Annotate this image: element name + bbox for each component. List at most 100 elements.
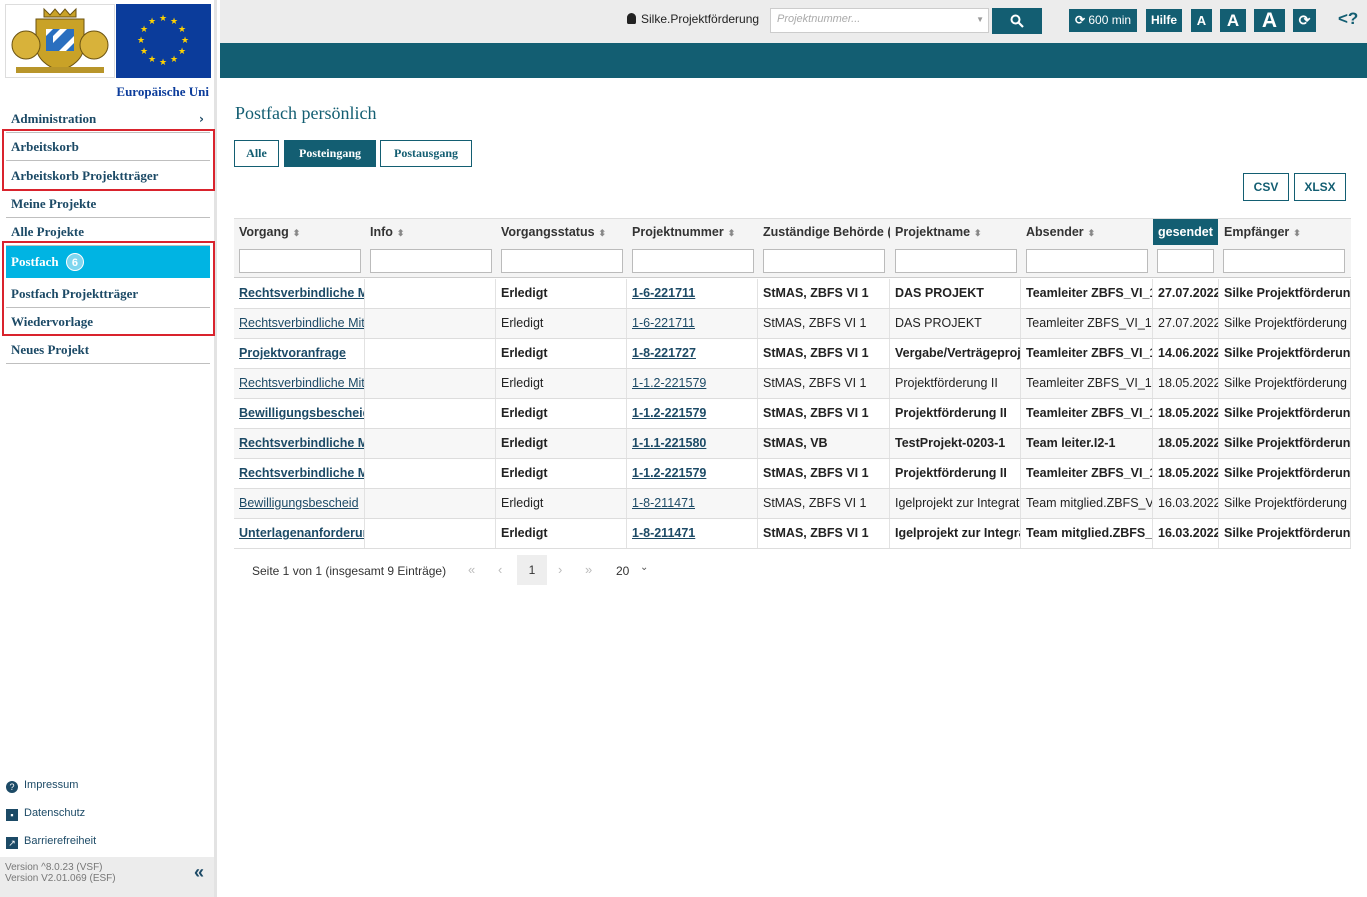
table-row[interactable]: Rechtsverbindliche Mitt Erledigt1-1.2-221…: [234, 369, 1351, 399]
export-xlsx-button[interactable]: XLSX: [1294, 173, 1346, 201]
highlight-box-postfach: [2, 241, 215, 336]
table-row[interactable]: Bewilligungsbescheid Erledigt 1-1.2-221579…: [234, 399, 1351, 429]
search-button[interactable]: [992, 8, 1042, 34]
filter-input-projektname[interactable]: [895, 249, 1017, 273]
table-row[interactable]: Bewilligungsbescheid Erledigt 1-8-211471 St…: [234, 489, 1351, 519]
cell-pnum[interactable]: 1-6-221711: [627, 309, 758, 338]
cell-absender: Team mitglied.ZBFS_VI: [1021, 519, 1153, 548]
cell-status: Erledigt: [496, 339, 627, 368]
tab-postausgang[interactable]: Postausgang: [380, 140, 472, 167]
cell-absender: Team mitglied.ZBFS_VI: [1021, 489, 1153, 518]
cell-empfaenger: Silke Projektförderung: [1219, 519, 1351, 548]
column-header-empfaenger[interactable]: Empfänger ⬍: [1219, 219, 1351, 245]
help-question-icon[interactable]: <?: [1338, 9, 1358, 29]
font-size-medium-button[interactable]: A: [1220, 9, 1246, 32]
cell-vorgang[interactable]: Rechtsverbindliche Mitt: [234, 429, 365, 458]
cell-vorgang[interactable]: Rechtsverbindliche Mitt: [234, 459, 365, 488]
cell-pnum[interactable]: 1-6-221711: [627, 279, 758, 308]
cell-vorgang[interactable]: Bewilligungsbescheid: [234, 399, 365, 428]
filter-input-info[interactable]: [370, 249, 492, 273]
filter-input-gesendet[interactable]: [1157, 249, 1214, 273]
cell-behoerde: StMAS, ZBFS VI 1: [758, 279, 890, 308]
nav-meine-projekte[interactable]: Meine Projekte: [6, 190, 210, 218]
cell-pnum[interactable]: 1-8-211471: [627, 519, 758, 548]
filter-input-absender[interactable]: [1026, 249, 1148, 273]
column-header-status[interactable]: Vorgangsstatus ⬍: [496, 219, 627, 245]
cell-behoerde: StMAS, ZBFS VI 1: [758, 519, 890, 548]
cell-pnum[interactable]: 1-1.1-221580: [627, 429, 758, 458]
svg-text:★: ★: [140, 47, 148, 57]
impressum-label: Impressum: [24, 779, 79, 791]
filter-input-vorgang[interactable]: [239, 249, 361, 273]
eu-label: Europäische Uni: [116, 84, 209, 99]
barrierefreiheit-link[interactable]: ↗ Barrierefreiheit: [6, 833, 96, 849]
cell-pnum[interactable]: 1-8-221727: [627, 339, 758, 368]
cell-pnum[interactable]: 1-8-211471: [627, 489, 758, 518]
first-page-icon[interactable]: «: [468, 562, 475, 577]
cell-info: [365, 339, 496, 368]
nav-label: Meine Projekte: [11, 196, 97, 211]
column-header-behoerde[interactable]: Zuständige Behörde (I: [758, 219, 890, 245]
table-row[interactable]: Projektvoranfrage Erledigt 1-8-221727 StMAS…: [234, 339, 1351, 369]
filter-input-status[interactable]: [501, 249, 623, 273]
table-row[interactable]: Unterlagenanforderung Erledigt 1-8-211471 S…: [234, 519, 1351, 549]
cell-vorgang[interactable]: Unterlagenanforderung: [234, 519, 365, 548]
cell-vorgang[interactable]: Rechtsverbindliche Mitt: [234, 309, 365, 338]
project-number-search-input[interactable]: Projektnummer... ▼: [770, 8, 989, 33]
reset-font-button[interactable]: ⟳: [1293, 9, 1316, 32]
column-header-projektname[interactable]: Projektname ⬍: [890, 219, 1021, 245]
cell-gesendet: 27.07.2022: [1153, 279, 1219, 308]
cell-pnum[interactable]: 1-1.2-221579: [627, 369, 758, 398]
nav-label: Alle Projekte: [11, 224, 85, 239]
table-row[interactable]: Rechtsverbindliche Mitt Erledigt1-6-22171…: [234, 309, 1351, 339]
cell-vorgang[interactable]: Rechtsverbindliche Mitt: [234, 279, 365, 308]
font-size-large-button[interactable]: A: [1254, 9, 1285, 32]
session-timer-button[interactable]: ⟳ 600 min: [1069, 9, 1137, 32]
datenschutz-link[interactable]: ▪ Datenschutz: [6, 805, 85, 821]
current-page-button[interactable]: 1: [517, 555, 547, 585]
cell-vorgang[interactable]: Bewilligungsbescheid: [234, 489, 365, 518]
svg-text:★: ★: [170, 17, 178, 27]
impressum-link[interactable]: ? Impressum: [6, 777, 78, 793]
font-size-small-button[interactable]: A: [1191, 9, 1212, 32]
table-row[interactable]: Rechtsverbindliche Mitt Erledigt1-1.1-221…: [234, 429, 1351, 459]
export-csv-button[interactable]: CSV: [1243, 173, 1289, 201]
next-page-icon[interactable]: ›: [558, 562, 562, 577]
header-label: Projektnummer: [632, 225, 724, 239]
collapse-sidebar-icon[interactable]: «: [194, 863, 204, 881]
filter-input-projektnummer[interactable]: [632, 249, 754, 273]
filter-input-empfaenger[interactable]: [1223, 249, 1345, 273]
table-row[interactable]: Rechtsverbindliche Mitt Erledigt1-1.2-221…: [234, 459, 1351, 489]
refresh-icon: ⟳: [1074, 13, 1085, 27]
cell-pnum[interactable]: 1-1.2-221579: [627, 399, 758, 428]
tab-alle[interactable]: Alle: [234, 140, 279, 167]
cell-info: [365, 399, 496, 428]
column-header-gesendet[interactable]: gesendet: [1153, 219, 1218, 245]
svg-text:★: ★: [137, 36, 145, 46]
highlight-box-arbeitskorb: [2, 129, 215, 191]
cell-vorgang[interactable]: Rechtsverbindliche Mitt: [234, 369, 365, 398]
chevron-down-icon[interactable]: ⌄: [640, 562, 648, 573]
user-shield-icon: ▪: [6, 809, 18, 821]
nav-neues-projekt[interactable]: Neues Projekt: [6, 336, 210, 364]
page-size-select[interactable]: 20: [616, 564, 629, 578]
prev-page-icon[interactable]: ‹: [498, 562, 502, 577]
cell-pnum[interactable]: 1-1.2-221579: [627, 459, 758, 488]
table-row[interactable]: Rechtsverbindliche Mitt Erledigt1-6-22171…: [234, 279, 1351, 309]
last-page-icon[interactable]: »: [585, 562, 592, 577]
cell-projekt: Igelprojekt zur Integrati: [890, 489, 1021, 518]
column-header-vorgang[interactable]: Vorgang ⬍: [234, 219, 365, 245]
svg-text:★: ★: [159, 14, 167, 24]
filter-input-behoerde[interactable]: [763, 249, 885, 273]
eu-flag-logo: ★ ★ ★ ★ ★ ★ ★ ★ ★ ★ ★ ★: [116, 4, 211, 78]
column-header-projektnummer[interactable]: Projektnummer ⬍: [627, 219, 758, 245]
column-header-info[interactable]: Info ⬍: [365, 219, 496, 245]
help-button[interactable]: Hilfe: [1146, 9, 1182, 32]
svg-text:★: ★: [170, 55, 178, 65]
version-esf: Version V2.01.069 (ESF): [5, 873, 116, 884]
cell-vorgang[interactable]: Projektvoranfrage: [234, 339, 365, 368]
column-header-absender[interactable]: Absender ⬍: [1021, 219, 1152, 245]
nav-label: Administration: [11, 111, 97, 126]
cell-projekt: TestProjekt-0203-1: [890, 429, 1021, 458]
tab-posteingang[interactable]: Posteingang: [284, 140, 376, 167]
